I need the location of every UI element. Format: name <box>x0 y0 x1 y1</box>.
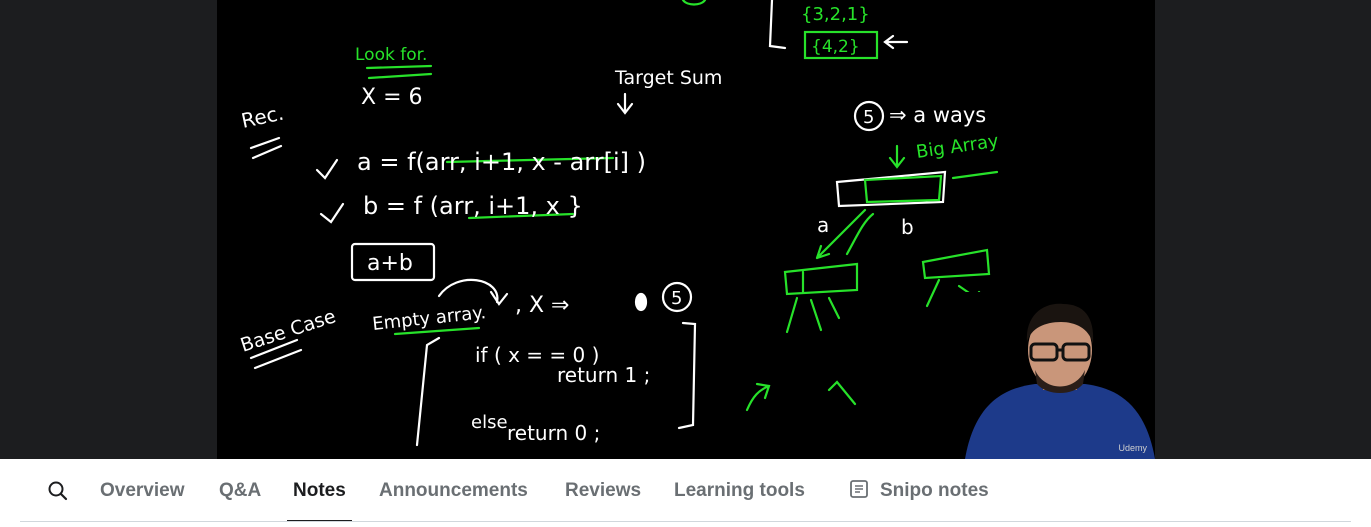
ways-text: ⇒ a ways <box>889 103 986 127</box>
instructor-webcam: Udemy <box>965 292 1155 459</box>
video-frame[interactable]: X = 6 Target Sum Rec. a = f(arr, i+1, x … <box>217 0 1155 459</box>
instructor-figure <box>965 303 1155 459</box>
target-sum-text: Target Sum <box>614 67 722 89</box>
eq-a-text: a = f(arr, i+1, x - arr[i] ) <box>357 148 646 176</box>
tab-reviews[interactable]: Reviews <box>565 477 641 505</box>
tab-notes[interactable]: Notes <box>287 477 352 522</box>
circle-five-b-text: 5 <box>671 288 682 309</box>
look-for-text: Look for. <box>355 45 427 65</box>
rec-text: Rec. <box>239 101 286 133</box>
base-case-text: Base Case <box>238 305 339 356</box>
tab-overview[interactable]: Overview <box>100 477 185 505</box>
return-one-text: return 1 ; <box>557 363 650 387</box>
x-eq-text: X = 6 <box>361 85 423 110</box>
tab-snipo-notes-label: Snipo notes <box>880 480 989 501</box>
x-arrow-text: , X ⇒ <box>515 293 569 318</box>
video-player[interactable]: X = 6 Target Sum Rec. a = f(arr, i+1, x … <box>0 0 1371 459</box>
tab-snipo-notes[interactable]: Snipo notes <box>848 477 989 505</box>
tab-learning-tools[interactable]: Learning tools <box>674 477 805 505</box>
circle-five-text: 5 <box>863 107 874 128</box>
big-array-text: Big Array <box>915 131 1000 163</box>
set-one-text: {3,2,1} <box>801 4 870 25</box>
notes-icon <box>850 480 868 498</box>
empty-array-text: Empty array. <box>371 302 487 335</box>
search-button[interactable] <box>44 477 72 505</box>
eq-b-text: b = f (arr, i+1, x } <box>363 192 583 220</box>
tab-qa[interactable]: Q&A <box>219 477 261 505</box>
branch-a-text: a <box>817 213 829 237</box>
course-tabs: Overview Q&A Notes Announcements Reviews… <box>0 459 1371 527</box>
tab-announcements[interactable]: Announcements <box>379 477 528 505</box>
a-plus-b-text: a+b <box>367 251 413 276</box>
udemy-watermark: Udemy <box>1118 443 1147 453</box>
search-icon <box>48 481 68 501</box>
tabs-divider <box>20 521 1351 522</box>
else-text: else <box>471 412 508 433</box>
set-two-text: {4,2} <box>811 37 860 57</box>
branch-b-text: b <box>901 215 914 239</box>
return-zero-text: return 0 ; <box>507 421 600 445</box>
